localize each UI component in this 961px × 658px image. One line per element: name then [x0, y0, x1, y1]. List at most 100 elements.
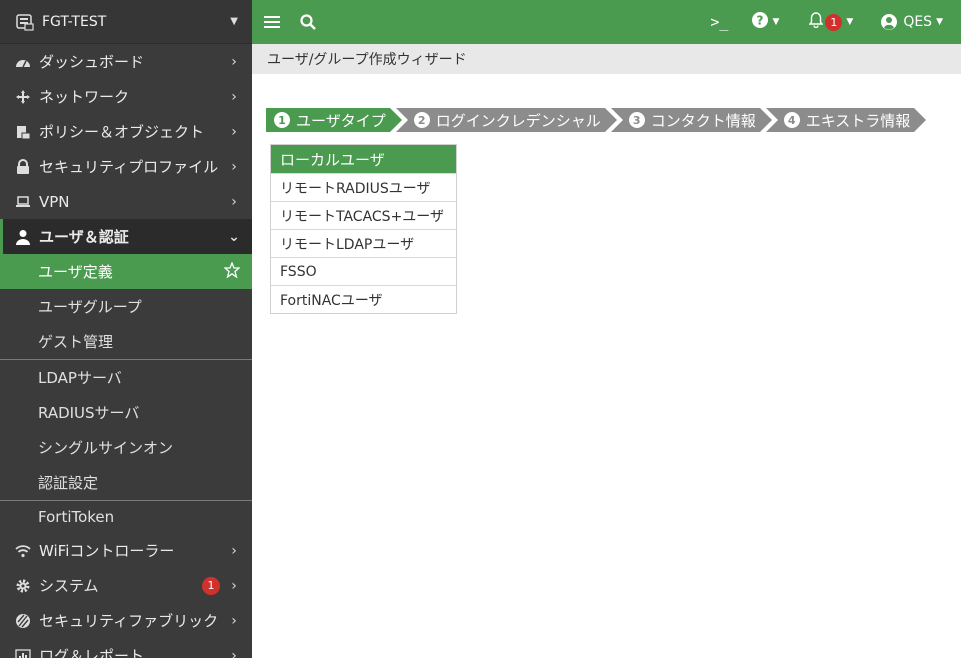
sidebar-item-label: FortiToken: [38, 508, 115, 526]
sidebar-item-label: セキュリティプロファイル: [39, 158, 219, 176]
user-type-option-fsso[interactable]: FSSO: [271, 257, 456, 285]
chevron-right-icon: ›: [231, 577, 237, 594]
chevron-down-icon: ⌄: [228, 228, 240, 245]
sidebar-item-user-auth[interactable]: ユーザ＆認証 ⌄: [0, 219, 252, 254]
step-number: 1: [274, 112, 290, 128]
caret-down-icon: ▼: [846, 17, 854, 27]
sidebar-item-radius[interactable]: RADIUSサーバ: [0, 395, 252, 430]
sidebar-item-guest[interactable]: ゲスト管理: [0, 324, 252, 359]
cli-console-button[interactable]: >_: [710, 0, 728, 44]
user-type-option-radius[interactable]: リモートRADIUSユーザ: [271, 173, 456, 201]
caret-down-icon: ▼: [772, 17, 780, 27]
sidebar-item-ldap[interactable]: LDAPサーバ: [0, 360, 252, 395]
sidebar-item-label: シングルサインオン: [38, 439, 174, 457]
sidebar-item-user-definition[interactable]: ユーザ定義: [0, 254, 252, 289]
sidebar-item-label: システム: [39, 577, 99, 595]
sidebar-item-label: ユーザグループ: [38, 298, 142, 316]
sidebar-item-network[interactable]: ネットワーク ›: [0, 79, 252, 114]
step-number: 3: [628, 112, 645, 128]
fabric-icon: [14, 612, 32, 630]
help-button[interactable]: ? ▼: [752, 0, 779, 44]
step-number: 4: [783, 112, 800, 128]
chevron-right-icon: ›: [231, 88, 237, 105]
sidebar-item-auth-settings[interactable]: 認証設定: [0, 465, 252, 500]
sidebar-item-wifi[interactable]: WiFiコントローラー ›: [0, 533, 252, 568]
user-circle-icon: [881, 14, 898, 30]
page-title: ユーザ/グループ作成ウィザード: [267, 52, 467, 68]
sidebar-item-log-report[interactable]: ログ＆レポート ›: [0, 638, 252, 658]
top-bar: >_ ? ▼ 1 ▼ QES ▼: [252, 0, 961, 44]
sidebar: FGT-TEST ▼ ダッシュボード › ネットワーク › ポリシー＆オブジェク…: [0, 0, 252, 658]
sidebar-item-label: ネットワーク: [39, 88, 130, 106]
sidebar-item-policy[interactable]: ポリシー＆オブジェクト ›: [0, 114, 252, 149]
sidebar-item-vpn[interactable]: VPN ›: [0, 184, 252, 219]
notification-badge: 1: [825, 13, 843, 31]
sidebar-item-dashboard[interactable]: ダッシュボード ›: [0, 44, 252, 79]
user-menu-button[interactable]: QES ▼: [881, 0, 943, 44]
wizard-step-user-type[interactable]: 1 ユーザタイプ: [266, 108, 402, 132]
chevron-right-icon: ›: [231, 542, 237, 559]
user-type-option-local[interactable]: ローカルユーザ: [271, 145, 456, 173]
chevron-right-icon: ›: [231, 123, 237, 140]
sidebar-item-sso[interactable]: シングルサインオン: [0, 430, 252, 465]
user-auth-submenu: ユーザ定義 ユーザグループ ゲスト管理 LDAPサーバ RADIUSサーバ シン…: [0, 254, 252, 533]
notifications-button[interactable]: 1 ▼: [808, 0, 854, 44]
user-icon: [14, 228, 32, 246]
sidebar-item-label: ユーザ＆認証: [39, 228, 129, 246]
dashboard-icon: [14, 53, 32, 71]
question-circle-icon: ?: [752, 12, 769, 32]
step-label: ログインクレデンシャル: [435, 111, 601, 130]
policy-icon: [14, 123, 32, 141]
network-icon: [14, 88, 32, 106]
sidebar-item-label: ユーザ定義: [38, 263, 113, 281]
sidebar-item-label: 認証設定: [38, 474, 99, 492]
chevron-right-icon: ›: [231, 193, 237, 210]
user-type-list: ローカルユーザ リモートRADIUSユーザ リモートTACACS+ユーザ リモー…: [270, 144, 457, 314]
sidebar-item-user-group[interactable]: ユーザグループ: [0, 289, 252, 324]
caret-down-icon: ▼: [936, 17, 943, 27]
sidebar-item-label: WiFiコントローラー: [39, 542, 175, 560]
notification-badge: 1: [202, 576, 220, 595]
chevron-right-icon: ›: [231, 647, 237, 658]
sidebar-item-label: LDAPサーバ: [38, 369, 122, 387]
sidebar-item-label: セキュリティファブリック: [39, 612, 219, 630]
wizard-steps: 1 ユーザタイプ 2 ログインクレデンシャル 3 コンタクト情報 4 エキストラ…: [266, 108, 926, 132]
user-type-option-ldap[interactable]: リモートLDAPユーザ: [271, 229, 456, 257]
svg-text:?: ?: [757, 14, 764, 28]
step-label: コンタクト情報: [650, 111, 756, 130]
sidebar-item-system[interactable]: システム 1 ›: [0, 568, 252, 603]
page-title-bar: ユーザ/グループ作成ウィザード: [252, 44, 961, 74]
sidebar-item-label: ログ＆レポート: [39, 647, 145, 658]
step-label: エキストラ情報: [805, 111, 911, 130]
step-number: 2: [413, 112, 430, 128]
star-icon[interactable]: [223, 260, 241, 282]
device-name: FGT-TEST: [42, 13, 107, 30]
wizard-step-extra-info[interactable]: 4 エキストラ情報: [765, 108, 926, 132]
laptop-icon: [14, 193, 32, 211]
chevron-right-icon: ›: [231, 612, 237, 629]
hamburger-menu-icon[interactable]: [264, 0, 286, 44]
sidebar-item-label: ゲスト管理: [38, 333, 114, 351]
wifi-icon: [14, 542, 32, 560]
step-label: ユーザタイプ: [296, 111, 386, 130]
sidebar-item-label: RADIUSサーバ: [38, 404, 140, 422]
chevron-right-icon: ›: [231, 53, 237, 70]
main-content: 1 ユーザタイプ 2 ログインクレデンシャル 3 コンタクト情報 4 エキストラ…: [252, 74, 961, 658]
sidebar-item-security-fabric[interactable]: セキュリティファブリック ›: [0, 603, 252, 638]
gear-icon: [14, 577, 32, 595]
user-type-option-tacacs[interactable]: リモートTACACS+ユーザ: [271, 201, 456, 229]
sidebar-item-fortitoken[interactable]: FortiToken: [0, 501, 252, 533]
chart-icon: [14, 647, 32, 658]
wizard-step-login-credentials[interactable]: 2 ログインクレデンシャル: [395, 108, 617, 132]
search-icon[interactable]: [300, 0, 322, 44]
bell-icon: [808, 12, 824, 32]
sidebar-item-security-profile[interactable]: セキュリティプロファイル ›: [0, 149, 252, 184]
wizard-step-contact-info[interactable]: 3 コンタクト情報: [610, 108, 772, 132]
user-name: QES: [903, 14, 933, 30]
chevron-right-icon: ›: [231, 158, 237, 175]
device-selector[interactable]: FGT-TEST ▼: [0, 0, 252, 44]
user-type-option-fortinac[interactable]: FortiNACユーザ: [271, 285, 456, 313]
device-icon: [16, 13, 34, 31]
caret-down-icon: ▼: [230, 16, 238, 27]
lock-icon: [14, 158, 32, 176]
